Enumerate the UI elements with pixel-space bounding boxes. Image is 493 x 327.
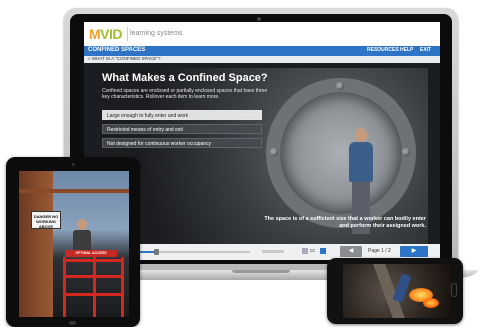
captions-label: cc: [310, 248, 315, 254]
tablet-home-button[interactable]: [69, 321, 76, 325]
characteristic-item[interactable]: Large enough to fully enter and work: [102, 110, 262, 120]
lesson-title: What Makes a Confined Space?: [102, 72, 268, 84]
next-button[interactable]: ▶: [400, 246, 428, 257]
vault-bolt: [336, 82, 344, 90]
warning-sign: DANGER NO WORKING ABOVE: [31, 211, 61, 229]
overhead-beam: [19, 189, 129, 193]
characteristic-item[interactable]: Not designed for continuous worker occup…: [102, 138, 262, 148]
vault-bolt: [402, 148, 410, 156]
lift-label: OPTIMAL ACCESS: [65, 250, 117, 257]
phone-home-button[interactable]: [451, 283, 457, 297]
phone-device: [327, 258, 463, 324]
lift-post: [63, 257, 66, 317]
worker-head: [355, 128, 367, 142]
course-nav-bar: CONFINED SPACES RESOURCES HELP EXIT: [84, 46, 440, 56]
laptop-camera: [257, 17, 261, 21]
captions-button[interactable]: [320, 248, 326, 254]
volume-slider[interactable]: [262, 250, 284, 253]
app-header: MVID learning systems: [84, 22, 440, 46]
exit-link[interactable]: EXIT: [420, 47, 431, 53]
progress-handle[interactable]: [154, 249, 160, 255]
vault-door-image: [266, 78, 416, 228]
breadcrumb-bar: » WHAT IS A "CONFINED SPACE"?: [84, 56, 440, 63]
captions-checkbox[interactable]: [302, 248, 308, 254]
worker-torso: [349, 142, 373, 182]
lesson-caption: The space is of a sufficient size that a…: [264, 216, 426, 229]
breadcrumb: » WHAT IS A "CONFINED SPACE"?: [88, 56, 161, 61]
worker-figure: [392, 273, 412, 303]
progress-bar[interactable]: [130, 249, 250, 255]
previous-button[interactable]: ◀: [340, 246, 362, 257]
tablet-device: DANGER NO WORKING ABOVE OPTIMAL ACCESS: [6, 157, 140, 327]
course-title: CONFINED SPACES: [88, 47, 146, 53]
resources-link[interactable]: RESOURCES: [367, 47, 399, 53]
tablet-camera: [72, 163, 75, 166]
tablet-screen: DANGER NO WORKING ABOVE OPTIMAL ACCESS: [19, 171, 129, 317]
phone-screen: [343, 264, 451, 318]
lesson-content: What Makes a Confined Space? Confined sp…: [96, 68, 428, 244]
lift-post: [93, 257, 96, 317]
characteristic-item[interactable]: Restricted means of entry and exit: [102, 124, 262, 134]
lift-post: [121, 257, 124, 317]
page-indicator: Page 1 / 2: [368, 248, 391, 254]
app-logo[interactable]: MVID: [89, 26, 123, 42]
lesson-intro: Confined spaces are enclosed or partiall…: [102, 88, 268, 100]
fire-burst: [423, 298, 439, 308]
worker-head: [77, 219, 87, 230]
laptop-notch: [232, 270, 290, 273]
help-link[interactable]: HELP: [400, 47, 413, 53]
logo-subtitle: learning systems: [130, 30, 183, 37]
vault-bolt: [270, 148, 278, 156]
logo-divider: [127, 27, 128, 41]
